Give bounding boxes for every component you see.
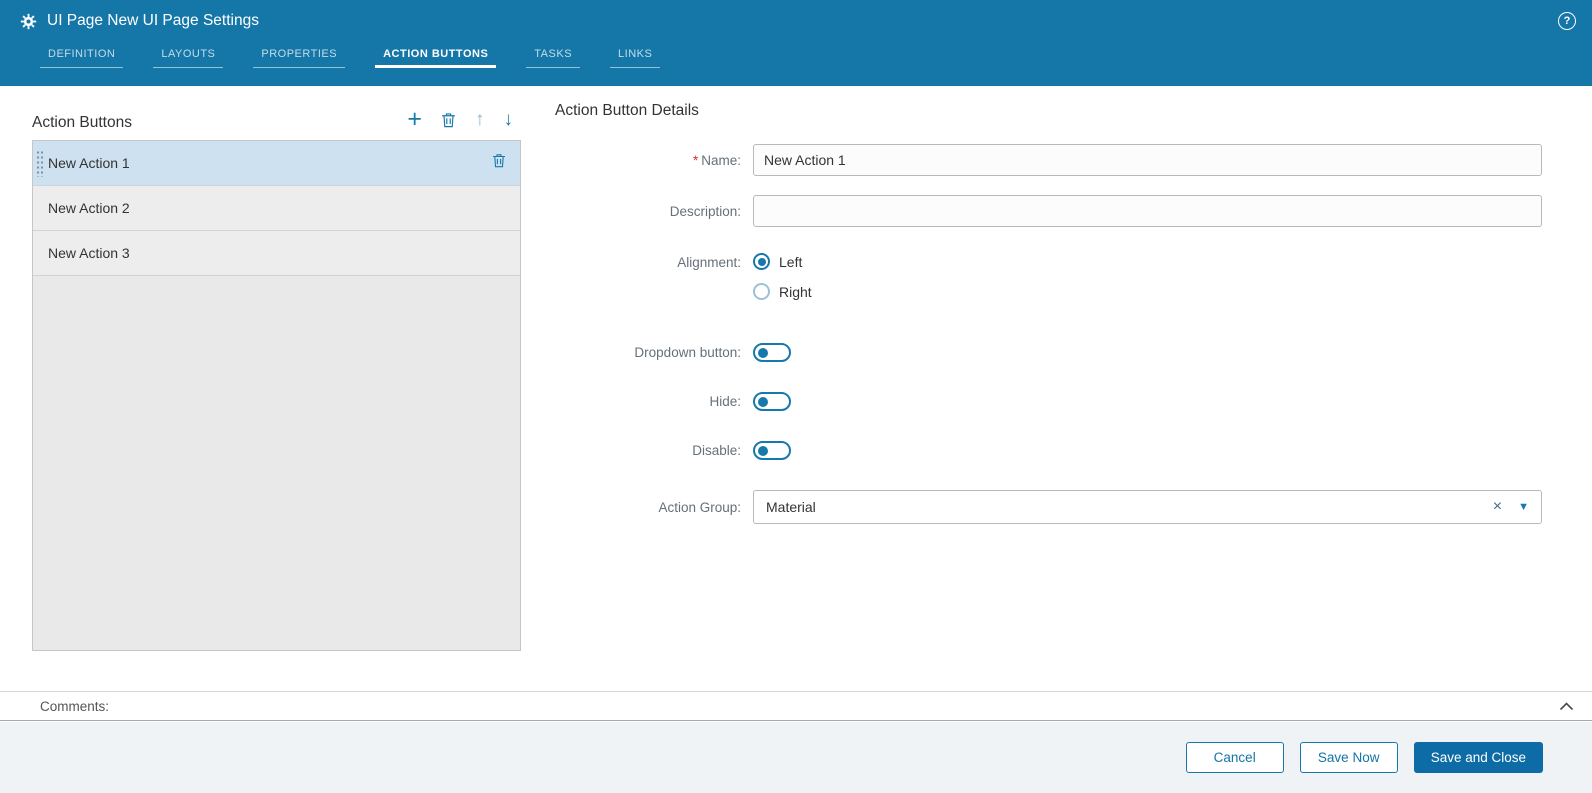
action-group-field-row: Action Group: Material × ▼ xyxy=(555,490,1542,524)
disable-label: Disable: xyxy=(555,443,753,458)
alignment-right-option[interactable]: Right xyxy=(753,283,1542,300)
hide-label: Hide: xyxy=(555,394,753,409)
disable-toggle[interactable] xyxy=(753,441,791,460)
hide-field-row: Hide: xyxy=(555,392,1542,411)
app-header: UI Page New UI Page Settings ? DEFINITIO… xyxy=(0,0,1592,86)
title-row: UI Page New UI Page Settings ? xyxy=(0,0,1592,42)
clear-x-icon[interactable]: × xyxy=(1493,499,1502,515)
comments-label: Comments: xyxy=(40,699,1559,714)
name-field-row: *Name: xyxy=(555,144,1542,176)
tab-action-buttons[interactable]: ACTION BUTTONS xyxy=(375,48,496,68)
alignment-left-option[interactable]: Left xyxy=(753,253,1542,270)
action-buttons-panel-header: Action Buttons + ↑ ↓ xyxy=(32,102,521,132)
comments-bar: Comments: xyxy=(0,691,1592,721)
details-form: *Name: Description: Alignment: Left xyxy=(555,144,1542,524)
list-toolbar: + ↑ ↓ xyxy=(407,107,521,132)
move-down-icon[interactable]: ↓ xyxy=(504,110,514,129)
alignment-left-label: Left xyxy=(779,254,802,270)
drag-handle-icon[interactable] xyxy=(36,149,43,177)
list-item-new-action-2[interactable]: New Action 2 xyxy=(33,186,520,231)
toggle-knob xyxy=(758,348,768,358)
action-group-dropdown[interactable]: Material × ▼ xyxy=(753,490,1542,524)
tab-layouts[interactable]: LAYOUTS xyxy=(153,48,223,68)
save-now-button[interactable]: Save Now xyxy=(1300,742,1398,773)
radio-unselected-icon[interactable] xyxy=(753,283,770,300)
alignment-right-label: Right xyxy=(779,284,812,300)
required-marker: * xyxy=(693,153,698,168)
description-field-row: Description: xyxy=(555,195,1542,227)
description-label: Description: xyxy=(555,204,753,219)
action-button-details-panel: Action Button Details *Name: Description… xyxy=(555,102,1542,524)
tab-definition[interactable]: DEFINITION xyxy=(40,48,123,68)
footer-bar: Cancel Save Now Save and Close xyxy=(0,722,1592,793)
description-input[interactable] xyxy=(753,195,1542,227)
settings-gear-icon xyxy=(20,13,37,30)
dropdown-button-toggle[interactable] xyxy=(753,343,791,362)
alignment-label: Alignment: xyxy=(555,253,753,270)
alignment-field-row: Alignment: Left Right xyxy=(555,253,1542,300)
alignment-radio-group: Left Right xyxy=(753,253,1542,300)
toggle-knob xyxy=(758,446,768,456)
list-item-new-action-1[interactable]: New Action 1 xyxy=(33,141,520,186)
delete-action-icon[interactable] xyxy=(441,112,456,128)
row-delete-icon[interactable] xyxy=(492,153,506,173)
tab-bar: DEFINITION LAYOUTS PROPERTIES ACTION BUT… xyxy=(0,48,1592,68)
hide-toggle[interactable] xyxy=(753,392,791,411)
disable-field-row: Disable: xyxy=(555,441,1542,460)
details-title: Action Button Details xyxy=(555,102,1542,120)
cancel-button[interactable]: Cancel xyxy=(1186,742,1284,773)
tab-tasks[interactable]: TASKS xyxy=(526,48,580,68)
list-item-label: New Action 2 xyxy=(48,200,130,216)
dropdown-chevron-icon[interactable]: ▼ xyxy=(1518,502,1529,513)
move-up-icon[interactable]: ↑ xyxy=(475,110,485,129)
add-action-icon[interactable]: + xyxy=(407,107,422,132)
page-title: UI Page New UI Page Settings xyxy=(47,12,259,30)
collapse-chevron-up-icon[interactable] xyxy=(1559,702,1574,711)
action-group-value: Material xyxy=(766,499,1493,515)
help-icon[interactable]: ? xyxy=(1558,12,1576,30)
dropdown-button-label: Dropdown button: xyxy=(555,345,753,360)
toggle-knob xyxy=(758,397,768,407)
dropdown-button-field-row: Dropdown button: xyxy=(555,343,1542,362)
action-buttons-panel: Action Buttons + ↑ ↓ New Action 1 New Ac… xyxy=(32,102,521,651)
action-buttons-list: New Action 1 New Action 2 New Action 3 xyxy=(32,140,521,651)
save-and-close-button[interactable]: Save and Close xyxy=(1414,742,1543,773)
action-group-label: Action Group: xyxy=(555,500,753,515)
action-buttons-title: Action Buttons xyxy=(32,114,132,132)
list-item-label: New Action 3 xyxy=(48,245,130,261)
tab-properties[interactable]: PROPERTIES xyxy=(253,48,345,68)
radio-selected-icon[interactable] xyxy=(753,253,770,270)
name-input[interactable] xyxy=(753,144,1542,176)
list-item-label: New Action 1 xyxy=(48,155,130,171)
tab-links[interactable]: LINKS xyxy=(610,48,660,68)
list-item-new-action-3[interactable]: New Action 3 xyxy=(33,231,520,276)
name-label: *Name: xyxy=(555,153,753,168)
